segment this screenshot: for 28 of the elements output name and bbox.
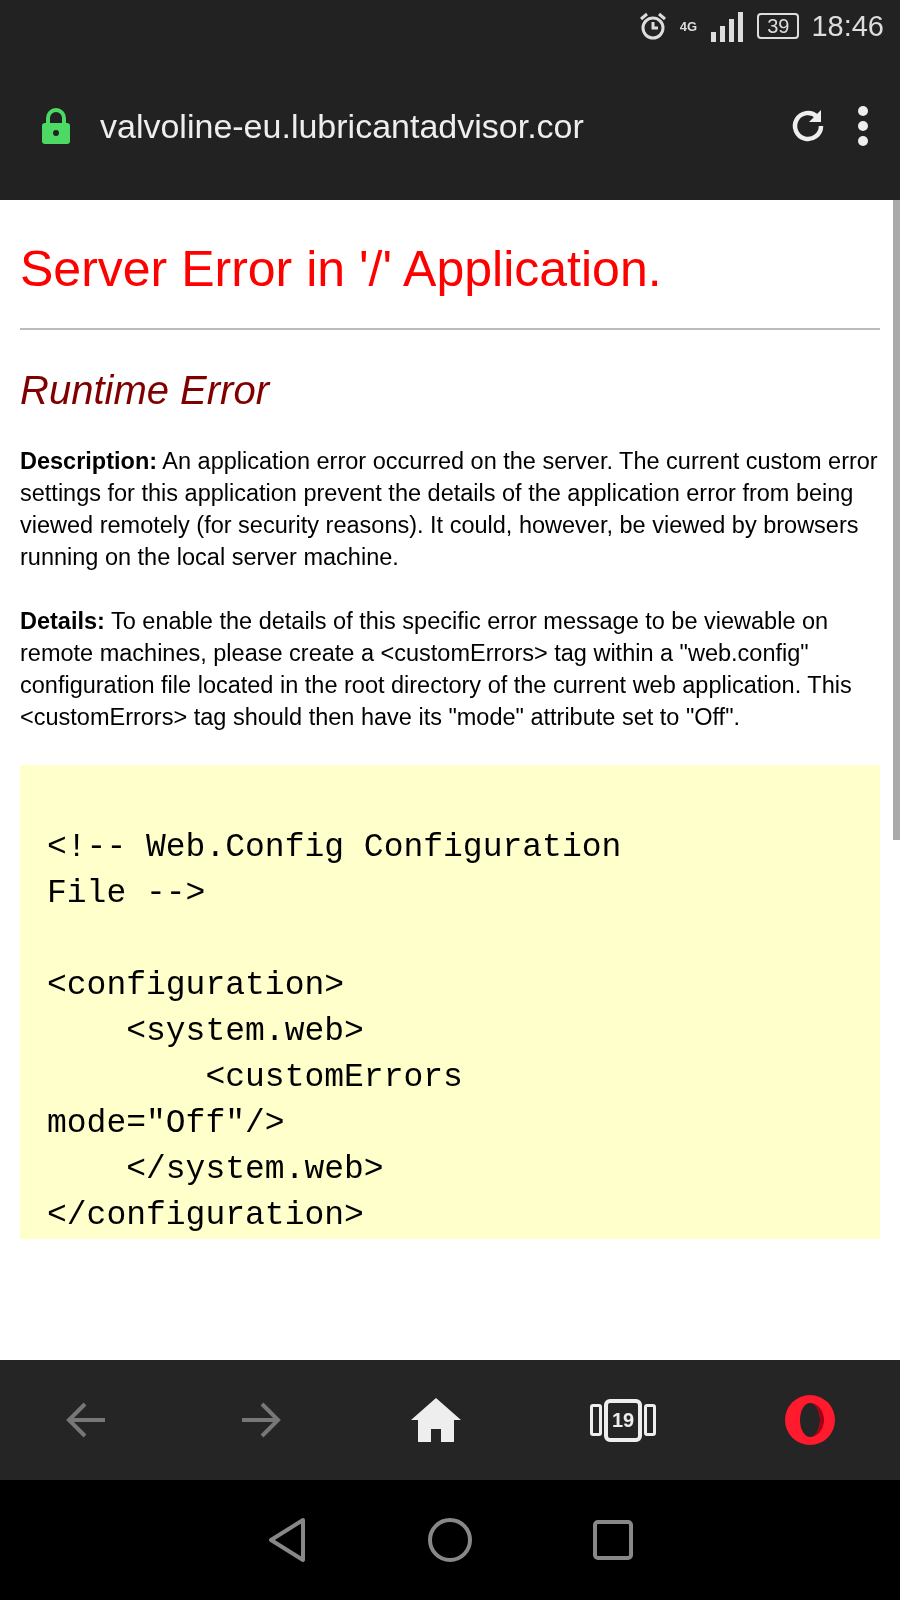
error-paragraph: Details: To enable the details of this specific error message to be viewable on remote machines, please create a <customErrors> tag within a "web.config" configuration file located in the root directory of the current web application. This <customErrors> tag should then have its "mode" attribute set to "Off". (20, 607, 853, 732)
menu-icon (856, 106, 870, 146)
error-paragraph: Description: An application error occurred on the server. The current custom error settings for this application prevent the details of the application error from being viewed remotely (for security reasons). It could, however, be viewed by browsers running on the local server machine. (20, 447, 879, 572)
lock-icon (40, 108, 72, 144)
signal-icon (709, 10, 746, 42)
code-line: <customErrors (204, 1058, 464, 1098)
home-icon (410, 1398, 461, 1442)
battery-level: 39 (757, 13, 800, 39)
back-icon[interactable] (267, 1517, 307, 1563)
opera-button[interactable] (785, 1395, 836, 1445)
home-button[interactable] (410, 1398, 461, 1442)
code-line: </system.web> (125, 1150, 385, 1190)
address-url[interactable]: valvoline-eu.lubricantadvisor.cor (100, 106, 760, 146)
opera-logo-icon (785, 1395, 836, 1445)
menu-button[interactable] (856, 106, 870, 146)
code-line: <configuration> (47, 966, 346, 1006)
code-line: mode="Off"/> (47, 1104, 286, 1144)
error-subtitle: Runtime Error (20, 368, 272, 413)
home-icon[interactable] (427, 1517, 473, 1563)
code-line: <system.web> (125, 1012, 365, 1052)
code-line: File --> (47, 874, 207, 914)
recents-icon[interactable] (593, 1520, 633, 1560)
code-line: </configuration> (47, 1196, 365, 1236)
network-type: 4G (679, 18, 698, 34)
code-line: <!-- Web.Config Configuration (47, 828, 623, 868)
clock-time: 18:46 (811, 9, 884, 43)
alarm-icon (637, 11, 668, 41)
page-title: Server Error in '/' Application. (20, 240, 663, 298)
